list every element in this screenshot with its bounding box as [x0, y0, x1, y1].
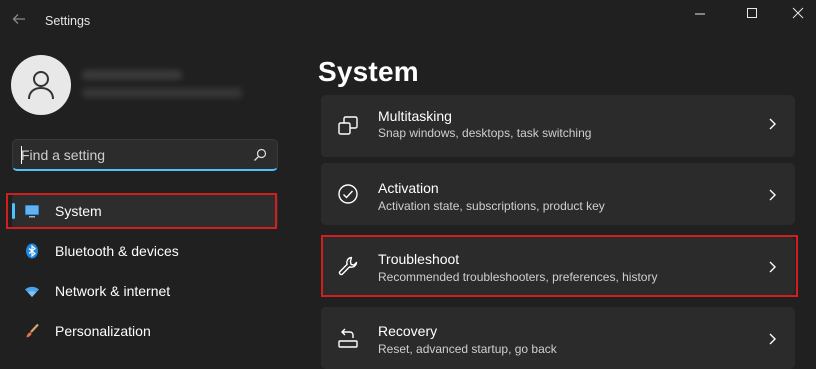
annotation-highlight-system — [6, 193, 277, 229]
annotation-highlight-troubleshoot — [321, 235, 798, 297]
card-recovery[interactable]: Recovery Reset, advanced startup, go bac… — [321, 307, 795, 369]
card-title: Recovery — [378, 323, 438, 339]
card-subtitle: Snap windows, desktops, task switching — [378, 126, 592, 140]
sidebar-item-network[interactable]: Network & internet — [12, 273, 278, 309]
search-box[interactable] — [12, 139, 278, 171]
maximize-button[interactable] — [740, 6, 764, 22]
minimize-icon — [695, 13, 705, 15]
sidebar-item-personalization[interactable]: Personalization — [12, 313, 278, 349]
close-icon — [792, 7, 804, 19]
multitasking-icon — [338, 116, 358, 135]
wifi-icon — [25, 286, 39, 297]
chevron-right-icon — [769, 189, 776, 201]
recovery-icon — [338, 328, 358, 348]
check-circle-icon — [338, 184, 358, 204]
card-subtitle: Reset, advanced startup, go back — [378, 342, 557, 356]
card-multitasking[interactable]: Multitasking Snap windows, desktops, tas… — [321, 95, 795, 157]
user-name-redacted — [82, 70, 182, 80]
app-title: Settings — [45, 14, 91, 28]
sidebar-item-label: Personalization — [55, 323, 151, 339]
search-icon[interactable] — [253, 148, 267, 162]
card-title: Activation — [378, 180, 439, 196]
card-title: Multitasking — [378, 108, 452, 124]
bluetooth-icon — [26, 243, 38, 259]
text-caret — [21, 146, 22, 164]
sidebar-item-bluetooth[interactable]: Bluetooth & devices — [12, 233, 278, 269]
maximize-icon — [747, 8, 757, 18]
user-email-redacted — [82, 88, 242, 98]
card-activation[interactable]: Activation Activation state, subscriptio… — [321, 163, 795, 225]
user-icon — [28, 71, 54, 100]
sidebar-item-label: Bluetooth & devices — [55, 243, 179, 259]
brush-icon — [26, 323, 39, 338]
avatar[interactable] — [11, 55, 71, 115]
page-title: System — [318, 56, 419, 87]
title-bar: Settings — [0, 0, 816, 44]
minimize-button[interactable] — [688, 6, 712, 22]
card-subtitle: Activation state, subscriptions, product… — [378, 199, 605, 213]
back-arrow-icon[interactable] — [12, 12, 26, 26]
close-button[interactable] — [786, 6, 810, 22]
chevron-right-icon — [769, 118, 776, 130]
sidebar-item-label: Network & internet — [55, 283, 171, 299]
chevron-right-icon — [769, 333, 776, 345]
search-input[interactable] — [21, 144, 241, 166]
